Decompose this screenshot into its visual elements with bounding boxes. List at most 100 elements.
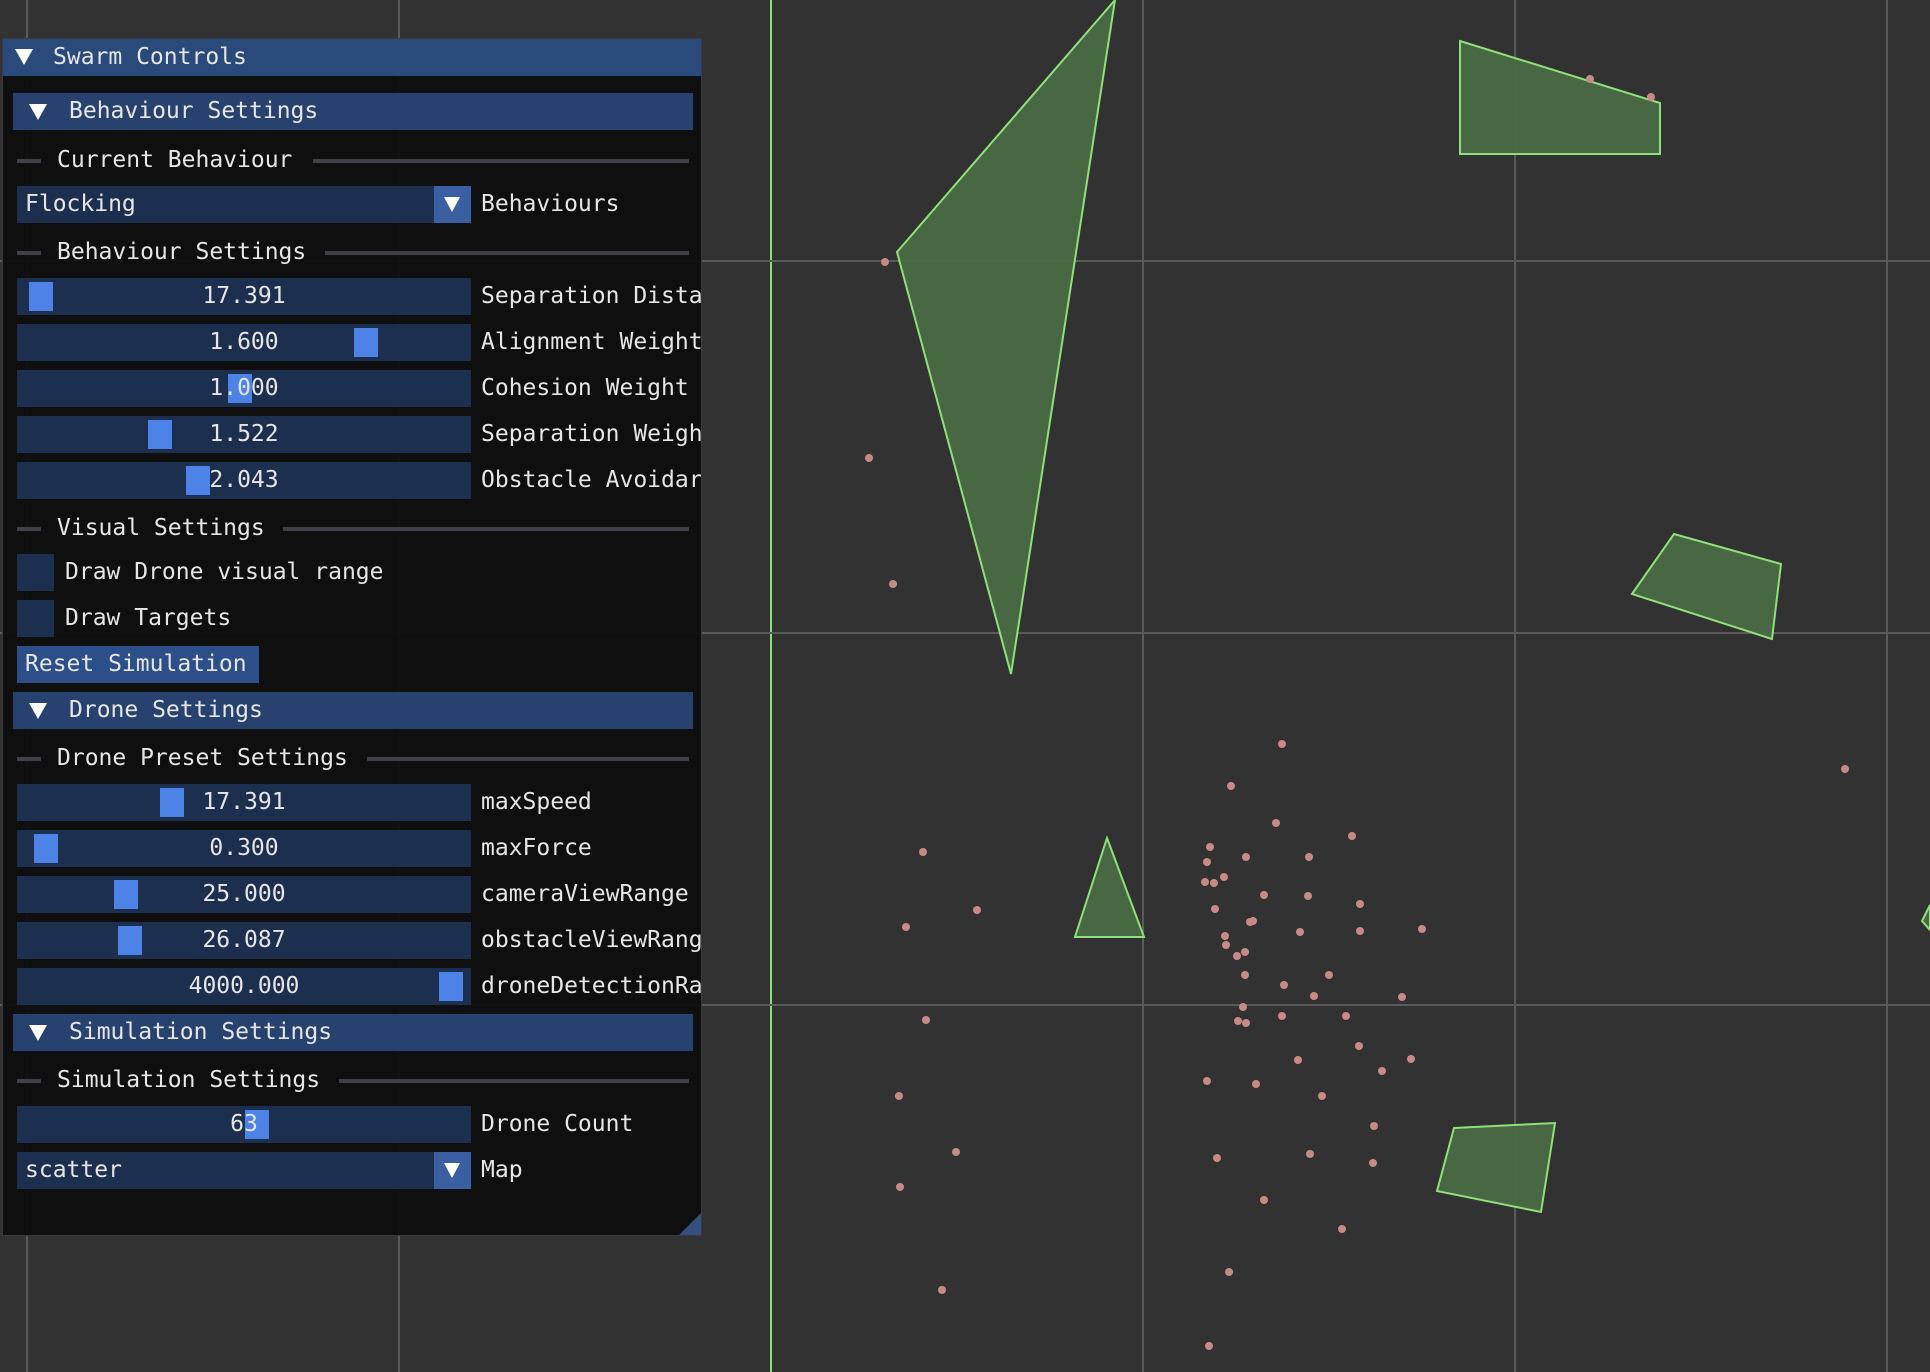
map-combo[interactable]: scatter [17,1152,471,1189]
behaviour-settings-header[interactable]: Behaviour Settings [13,93,693,130]
drone-dot [1278,740,1286,748]
swarm-controls-window[interactable]: Swarm Controls Behaviour Settings Curren… [2,38,702,1236]
drone-dot [1220,873,1228,881]
drone-dot [1647,93,1655,101]
drone-dot [881,258,889,266]
behaviour-combo[interactable]: Flocking [17,186,471,223]
drone-dot [1342,1012,1350,1020]
drone-dot [1242,1019,1250,1027]
slider-max-speed[interactable]: 17.391 [17,784,471,821]
button-label: Reset Simulation [25,651,247,677]
obstacle [1073,834,1146,938]
resize-grip-icon[interactable] [679,1213,701,1235]
slider-label: Alignment Weight [481,329,702,355]
checkbox-label: Draw Drone visual range [65,559,384,585]
collapse-arrow-icon[interactable] [15,49,33,65]
window-title: Swarm Controls [53,44,247,70]
drone-dot [1233,952,1241,960]
drone-dot [1294,1056,1302,1064]
collapse-arrow-icon[interactable] [29,703,47,719]
obstacle [1459,39,1661,155]
drone-dot [1239,1003,1247,1011]
separator-dash [17,251,41,255]
separator-line [339,1079,689,1083]
slider-value: 1.000 [209,375,279,401]
drone-dot [1210,879,1218,887]
drone-dot [1203,858,1211,866]
slider-value: 2.043 [209,467,279,493]
collapse-arrow-icon[interactable] [29,104,47,120]
drone-dot [1356,927,1364,935]
slider-label: obstacleViewRang [481,927,702,953]
drone-dot [896,1183,904,1191]
drone-dot [902,923,910,931]
drone-preset-label: Drone Preset Settings [57,745,348,771]
slider-obstacle-avoidance[interactable]: 2.043 [17,462,471,499]
combo-dropdown-button[interactable] [434,1152,471,1189]
checkbox-draw-targets[interactable] [17,600,54,637]
slider-label: Separation Weigh [481,421,702,447]
header-label: Behaviour Settings [69,98,319,124]
drone-dot [1205,1342,1213,1350]
drone-dot [1252,1080,1260,1088]
slider-drone-detection-range[interactable]: 4000.000 [17,968,471,1005]
drone-dot [1369,1159,1377,1167]
slider-label: maxForce [481,835,592,861]
drone-dot [1398,993,1406,1001]
combo-dropdown-button[interactable] [434,186,471,223]
drone-dot [1418,925,1426,933]
current-behaviour-label: Current Behaviour [57,147,293,173]
drone-dot [1407,1055,1415,1063]
drone-dot [1249,917,1257,925]
map-combo-label: Map [481,1157,523,1183]
drone-dot [919,848,927,856]
simulation-settings-header[interactable]: Simulation Settings [13,1014,693,1051]
drone-dot [1201,878,1209,886]
slider-value: 17.391 [202,283,286,309]
slider-alignment-weight[interactable]: 1.600 [17,324,471,361]
drone-dot [1241,948,1249,956]
separator-dash [17,159,41,163]
drone-dot [952,1148,960,1156]
drone-dot [1356,900,1364,908]
drone-dot [1260,1196,1268,1204]
slider-separation-distance[interactable]: 17.391 [17,278,471,315]
visual-settings-label: Visual Settings [57,515,265,541]
reset-simulation-button[interactable]: Reset Simulation [17,646,259,683]
slider-value: 0.300 [209,835,279,861]
slider-label: droneDetectionRa [481,973,702,999]
drone-dot [1305,853,1313,861]
drone-dot [938,1286,946,1294]
drone-dot [1325,971,1333,979]
separator-dash [17,1079,41,1083]
checkbox-draw-visual-range[interactable] [17,554,54,591]
collapse-arrow-icon[interactable] [29,1025,47,1041]
window-titlebar[interactable]: Swarm Controls [3,39,701,76]
drone-dot [1370,1122,1378,1130]
slider-drone-count[interactable]: 63 [17,1106,471,1143]
drone-dot [1221,932,1229,940]
drone-dot [1348,832,1356,840]
separator-dash [17,527,41,531]
drone-dot [1296,928,1304,936]
drone-dot [1241,971,1249,979]
slider-label: Separation Dista [481,283,702,309]
slider-separation-weight[interactable]: 1.522 [17,416,471,453]
drone-dot [1280,981,1288,989]
slider-label: Drone Count [481,1111,634,1137]
slider-max-force[interactable]: 0.300 [17,830,471,867]
drone-dot [1272,819,1280,827]
drone-dot [1260,891,1268,899]
separator-dash [17,757,41,761]
drone-dot [1278,1012,1286,1020]
obstacle [1435,1121,1557,1214]
slider-obstacle-view-range[interactable]: 26.087 [17,922,471,959]
drone-dot [1338,1225,1346,1233]
slider-value: 26.087 [202,927,286,953]
slider-camera-view-range[interactable]: 25.000 [17,876,471,913]
slider-cohesion-weight[interactable]: 1.000 [17,370,471,407]
slider-value: 1.522 [209,421,279,447]
drone-settings-header[interactable]: Drone Settings [13,692,693,729]
slider-value: 17.391 [202,789,286,815]
map-combo-value: scatter [25,1157,122,1183]
